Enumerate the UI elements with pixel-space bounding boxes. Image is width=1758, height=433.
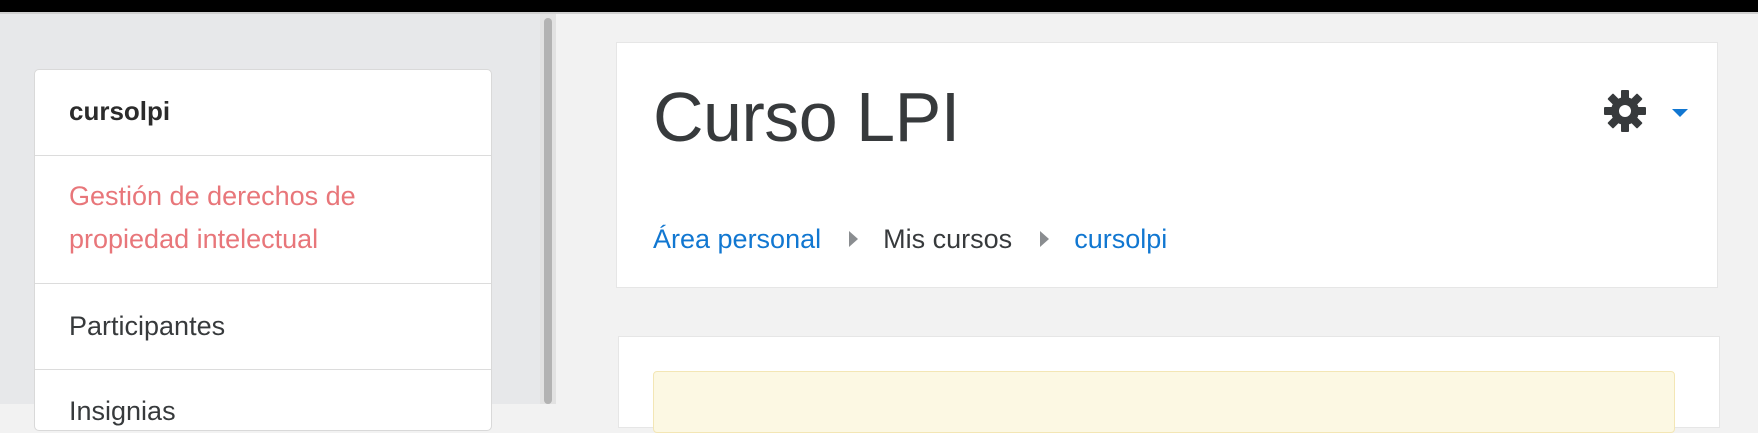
nav-drawer: cursolpi Gestión de derechos de propieda… [0,14,540,431]
page-title: Curso LPI [653,78,960,156]
gear-icon [1604,90,1646,132]
nav-item-label-line1: Gestión de derechos de [69,181,356,211]
nav-course-shortname-label: cursolpi [69,96,171,126]
nav-card: cursolpi Gestión de derechos de propieda… [34,69,492,431]
nav-item-ipr-management[interactable]: Gestión de derechos de propiedad intelec… [35,156,491,284]
course-content [618,336,1720,433]
nav-item-badges[interactable]: Insignias [35,370,491,430]
drawer-scrollbar[interactable] [540,14,556,404]
main-region: Curso LPI Área personal Mis cursos curso… [556,14,1758,433]
breadcrumb: Área personal Mis cursos cursolpi [653,219,1167,259]
nav-item-label: Participantes [69,311,226,341]
breadcrumb-separator-icon [1039,230,1049,247]
nav-item-label-line2: propiedad intelectual [69,224,319,254]
drawer-scrollbar-thumb[interactable] [544,18,552,404]
nav-item-label: Insignias [69,396,176,426]
breadcrumb-item-course[interactable]: cursolpi [1074,219,1167,259]
breadcrumb-separator-icon [848,230,858,247]
nav-item-participants[interactable]: Participantes [35,284,491,370]
breadcrumb-item-personal-area[interactable]: Área personal [653,219,821,259]
nav-course-shortname[interactable]: cursolpi [35,70,491,156]
window-top-bar [0,0,1758,14]
course-settings-menu[interactable] [1603,89,1688,133]
page-header: Curso LPI Área personal Mis cursos curso… [616,42,1718,288]
notice-box [653,371,1675,433]
breadcrumb-item-my-courses: Mis cursos [883,224,1013,254]
chevron-down-icon [1672,109,1688,117]
